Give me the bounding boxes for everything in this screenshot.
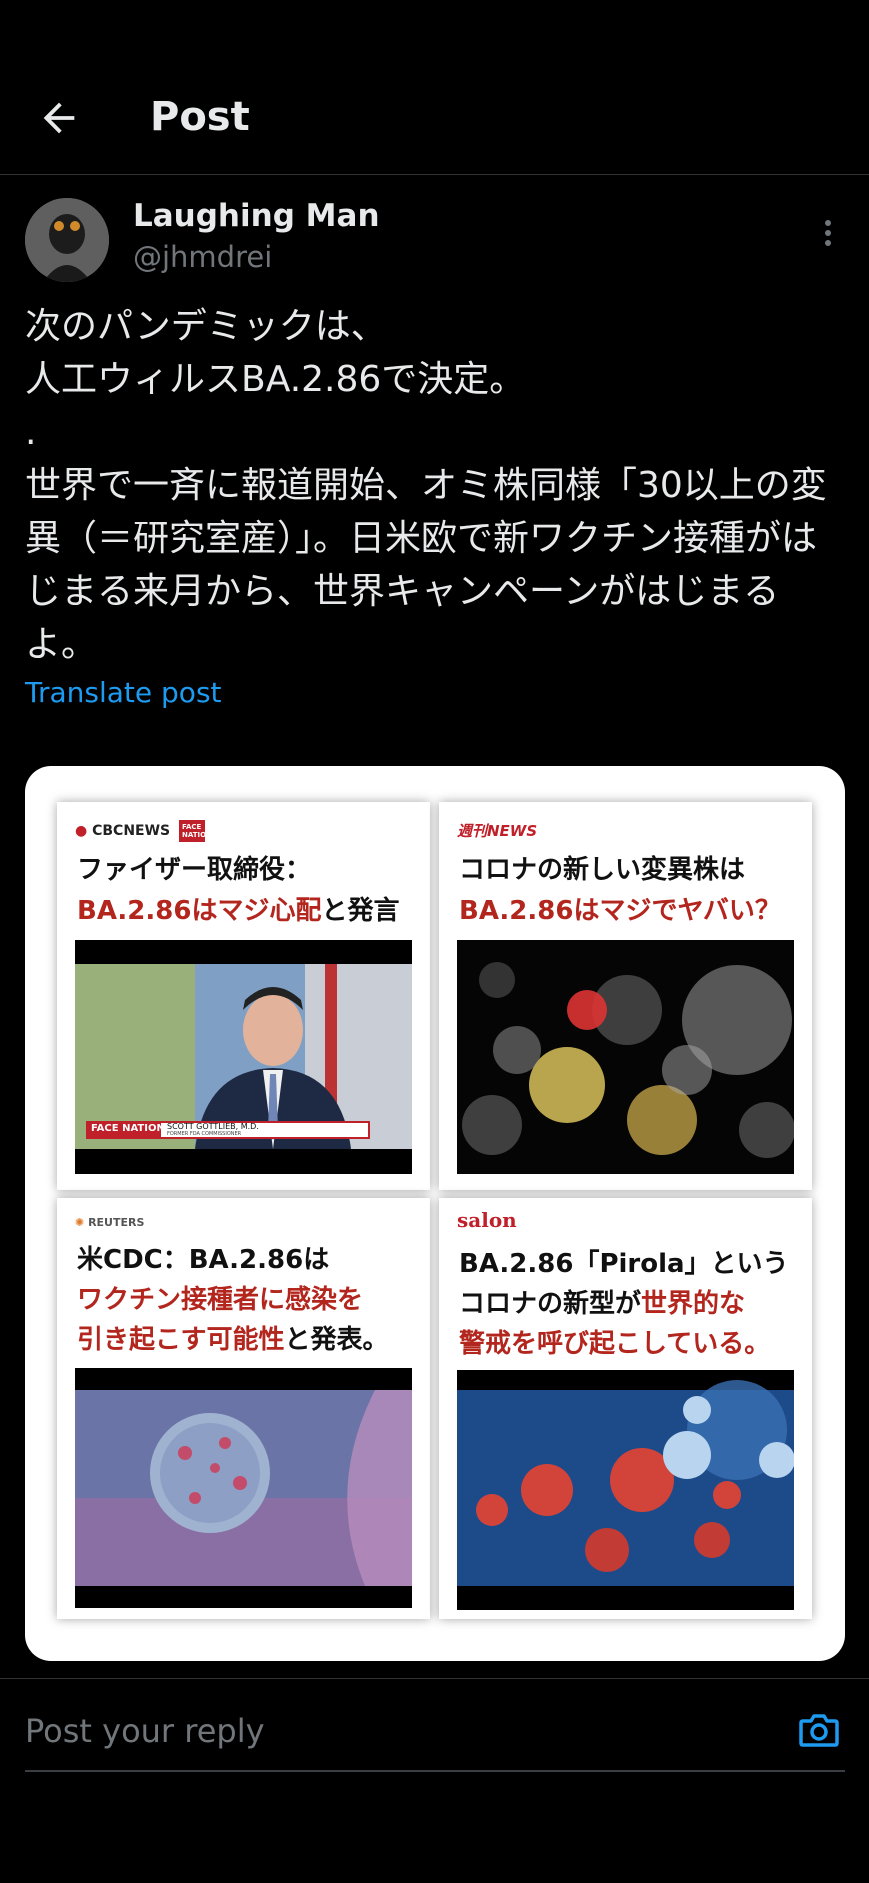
- headline-line-1: BA.2.86「Pirola」という: [459, 1249, 789, 1279]
- news-card-cbc: ● CBCNEWS FACE NATION ファイザー取締役： BA.2.86は…: [57, 802, 430, 1190]
- caption-role: FORMER FDA COMMISSIONER: [167, 1131, 242, 1137]
- virus-photo-dark: [457, 940, 794, 1174]
- reply-underline: [25, 1770, 845, 1772]
- headline-line-1: ファイザー取締役：: [77, 855, 312, 885]
- headline-line-2: ワクチン接種者に感染を: [77, 1285, 364, 1315]
- headline-line-1: 米CDC：BA.2.86は: [77, 1245, 330, 1275]
- caption-name: SCOTT GOTTLIEB, M.D.: [167, 1122, 259, 1131]
- translate-post-link[interactable]: Translate post: [25, 676, 222, 709]
- reply-input[interactable]: Post your reply: [25, 1712, 265, 1750]
- top-bar: Post: [0, 0, 869, 175]
- author-name[interactable]: Laughing Man: [133, 198, 380, 234]
- caption-brand: FACE NATION: [91, 1123, 165, 1134]
- headline-line-1: コロナの新しい変異株は: [459, 855, 746, 885]
- news-card-salon: salon BA.2.86「Pirola」という コロナの新型が世界的な 警戒を…: [439, 1198, 812, 1619]
- news-card-shukan: 週刊NEWS コロナの新しい変異株は BA.2.86はマジでヤバい？: [439, 802, 812, 1190]
- news-photo-interview: FACE NATION SCOTT GOTTLIEB, M.D. FORMER …: [75, 940, 412, 1174]
- headline-line-2: コロナの新型が世界的な: [459, 1289, 746, 1319]
- avatar[interactable]: [25, 198, 109, 282]
- news-source-label: salon: [457, 1208, 517, 1232]
- news-source-label: ● CBCNEWS FACE NATION: [75, 820, 212, 842]
- news-source-label: 週刊NEWS: [457, 822, 538, 840]
- laughing-man-avatar-icon: [25, 198, 109, 282]
- virus-photo-blue: [457, 1370, 794, 1610]
- back-arrow-icon[interactable]: [36, 95, 82, 141]
- headline-line-3: 引き起こす可能性と発表。: [77, 1325, 389, 1355]
- headline-line-3: 警戒を呼び起こしている。: [459, 1329, 771, 1359]
- divider: [0, 1678, 869, 1679]
- headline-line-2: BA.2.86はマジでヤバい？: [459, 896, 781, 926]
- headline-line-2: BA.2.86はマジ心配と発言: [77, 896, 400, 926]
- post-media-image[interactable]: ● CBCNEWS FACE NATION ファイザー取締役： BA.2.86は…: [25, 766, 845, 1661]
- virus-photo-purple: [75, 1368, 412, 1608]
- camera-icon[interactable]: [797, 1708, 841, 1752]
- news-card-reuters: ✺ REUTERS 米CDC：BA.2.86は ワクチン接種者に感染を 引き起こ…: [57, 1198, 430, 1619]
- post-text: 次のパンデミックは、 人工ウィルスBA.2.86で決定。 . 世界で一斉に報道開…: [25, 306, 827, 665]
- news-source-label: ✺ REUTERS: [75, 1216, 145, 1229]
- page-title: Post: [150, 94, 250, 140]
- more-options-icon[interactable]: [808, 213, 848, 253]
- author-handle[interactable]: @jhmdrei: [133, 240, 272, 274]
